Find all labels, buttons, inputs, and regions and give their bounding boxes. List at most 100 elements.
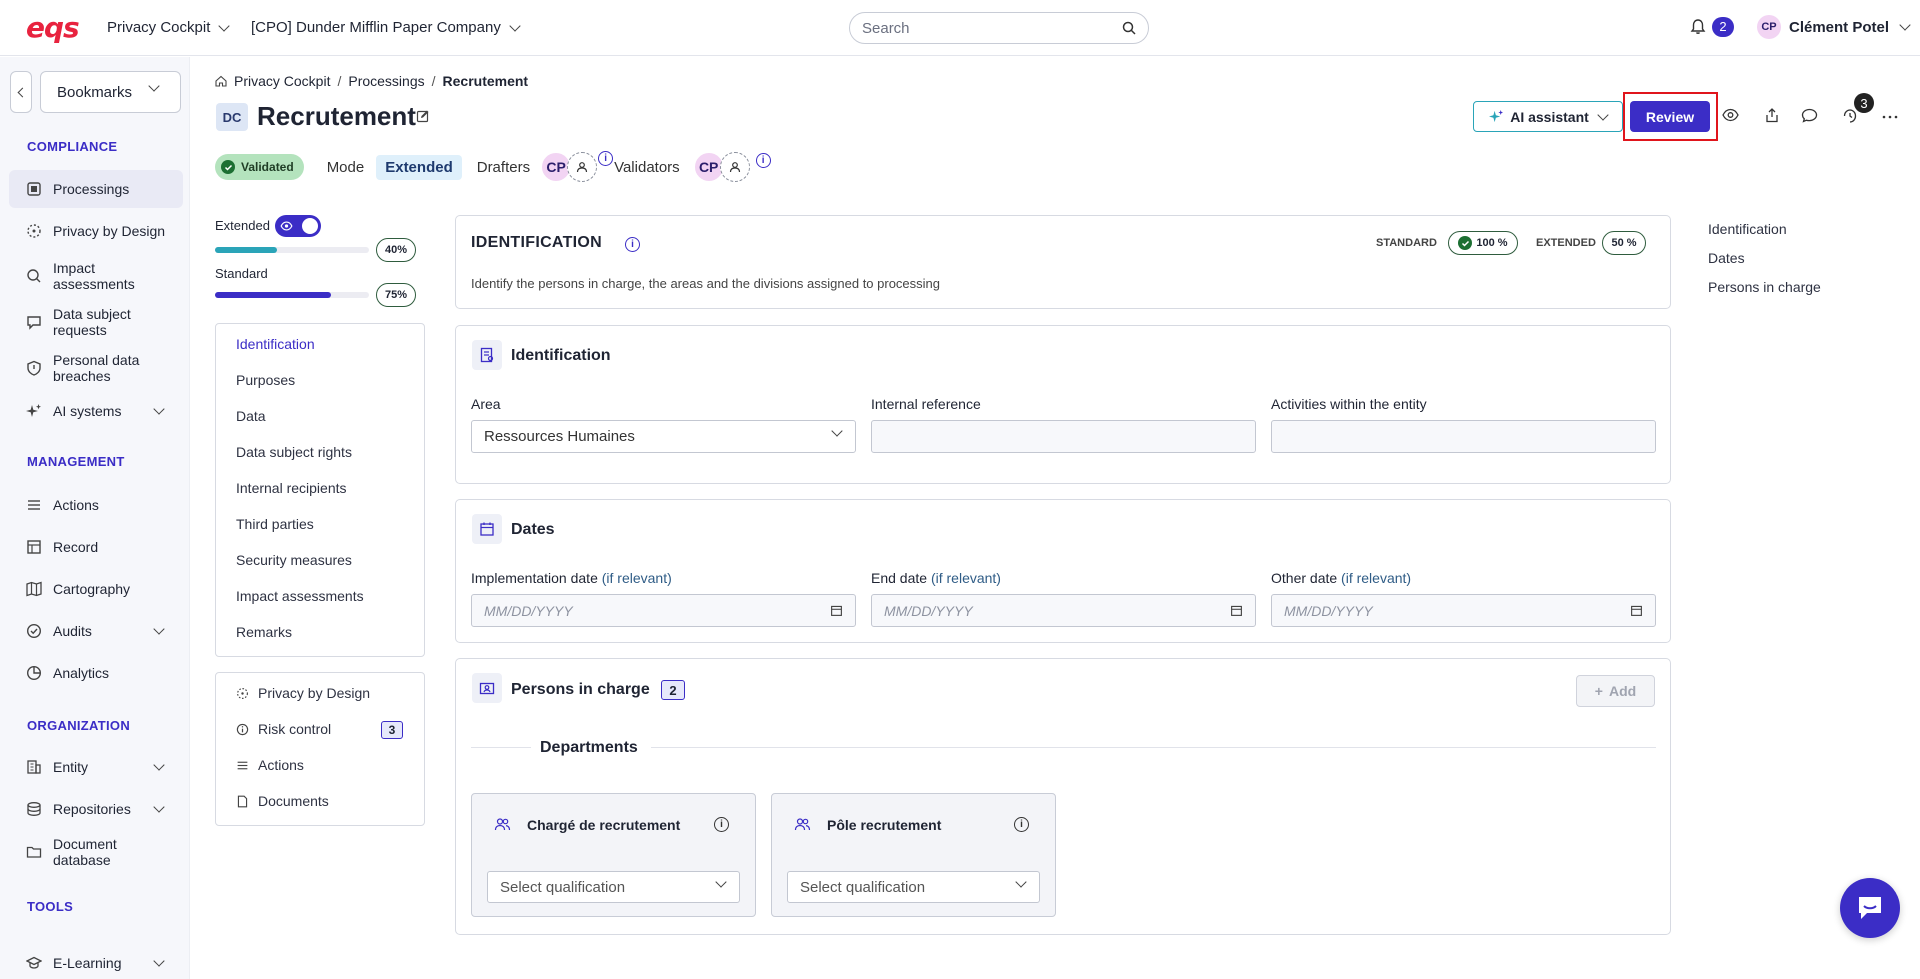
sidebar-item-elearning[interactable]: E-Learning	[9, 950, 183, 976]
check-circle-icon	[25, 622, 43, 640]
mode-label: Mode	[326, 158, 365, 176]
breadcrumb-item[interactable]: Privacy Cockpit	[234, 73, 330, 89]
sidebar-item-label: Personal data breaches	[53, 352, 140, 384]
sidebar-item-label: Actions	[53, 497, 99, 513]
sidebar-item-entity[interactable]: Entity	[9, 748, 183, 786]
user-menu[interactable]: CP Clément Potel	[1757, 15, 1911, 39]
section-nav-identification[interactable]: Identification	[236, 336, 315, 352]
section-nav-data-subject-rights[interactable]: Data subject rights	[236, 444, 352, 460]
qualification-select[interactable]: Select qualification	[487, 871, 740, 903]
identification-header-card: IDENTIFICATION i Identify the persons in…	[455, 215, 1671, 309]
section-nav-data[interactable]: Data	[236, 408, 266, 424]
section-nav-internal-recipients[interactable]: Internal recipients	[236, 480, 347, 496]
extended-toggle[interactable]	[275, 215, 321, 237]
toc-dates[interactable]: Dates	[1708, 250, 1745, 266]
home-icon[interactable]	[215, 75, 227, 87]
sidebar-item-impact-assessments[interactable]: Impact assessments	[9, 257, 183, 295]
sidebar-item-audits[interactable]: Audits	[9, 612, 183, 650]
related-actions[interactable]: Actions	[236, 757, 304, 773]
persons-count-badge: 2	[661, 680, 685, 700]
sidebar-item-label: Repositories	[53, 801, 131, 817]
chevron-down-icon	[153, 403, 165, 415]
activities-input[interactable]	[1271, 420, 1656, 453]
related-documents[interactable]: Documents	[236, 793, 329, 809]
comment-icon[interactable]	[1801, 108, 1818, 123]
sidebar-item-ai-systems[interactable]: AI systems	[9, 392, 183, 430]
company-menu-label: [CPO] Dunder Mifflin Paper Company	[251, 19, 501, 36]
drafters-info-icon[interactable]: i	[598, 150, 614, 166]
section-nav-remarks[interactable]: Remarks	[236, 624, 292, 640]
section-info-icon[interactable]: i	[625, 237, 640, 252]
section-nav-impact-assessments[interactable]: Impact assessments	[236, 588, 364, 604]
sidebar-item-repositories[interactable]: Repositories	[9, 790, 183, 828]
related-risk-control[interactable]: Risk control	[236, 721, 331, 737]
search-input[interactable]	[862, 19, 1122, 37]
id-card-icon	[472, 340, 502, 370]
check-icon	[1458, 236, 1473, 250]
department-info-icon[interactable]: i	[714, 817, 729, 832]
select-placeholder: Select qualification	[800, 878, 926, 896]
bell-icon[interactable]	[1690, 18, 1706, 35]
internal-reference-label: Internal reference	[871, 396, 981, 412]
sidebar-item-analytics[interactable]: Analytics	[9, 654, 183, 692]
app-menu[interactable]: Privacy Cockpit	[107, 19, 231, 36]
bookmarks-dropdown[interactable]: Bookmarks	[40, 71, 181, 113]
department-info-icon[interactable]: i	[1014, 817, 1029, 832]
bookmarks-label: Bookmarks	[57, 83, 133, 101]
identification-card: Identification Area Ressources Humaines …	[455, 325, 1671, 484]
share-icon[interactable]	[1765, 108, 1779, 123]
calendar-icon[interactable]	[1630, 604, 1643, 617]
section-nav-purposes[interactable]: Purposes	[236, 372, 295, 388]
section-description: Identify the persons in charge, the area…	[471, 276, 941, 291]
toc-persons-in-charge[interactable]: Persons in charge	[1708, 279, 1821, 295]
section-compliance: COMPLIANCE	[27, 139, 118, 154]
building-icon	[25, 758, 43, 776]
chevron-down-icon	[153, 955, 165, 967]
breadcrumb-item[interactable]: Processings	[348, 73, 424, 89]
end-date-input[interactable]: MM/DD/YYYY	[871, 594, 1256, 627]
sidebar-item-personal-data-breaches[interactable]: Personal data breaches	[9, 349, 183, 387]
help-chat-button[interactable]	[1840, 878, 1900, 938]
standard-score-value: 100 %	[1476, 237, 1508, 249]
related-privacy-by-design[interactable]: Privacy by Design	[236, 685, 370, 701]
more-options-icon[interactable]	[1882, 115, 1898, 119]
add-validator-button[interactable]	[719, 152, 750, 182]
other-date-input[interactable]: MM/DD/YYYY	[1271, 594, 1656, 627]
sparkle-icon	[1489, 109, 1504, 123]
sidebar-item-data-subject-requests[interactable]: Data subject requests	[9, 303, 183, 341]
date-placeholder: MM/DD/YYYY	[1284, 602, 1373, 619]
qualification-select[interactable]: Select qualification	[787, 871, 1040, 903]
validators-info-icon[interactable]: i	[755, 152, 771, 168]
edit-icon[interactable]	[416, 109, 430, 123]
review-button[interactable]: Review	[1630, 101, 1710, 132]
sidebar-item-processings[interactable]: Processings	[9, 170, 183, 208]
calendar-icon[interactable]	[1230, 604, 1243, 617]
section-management: MANAGEMENT	[27, 454, 125, 469]
eqs-logo[interactable]: eqs	[26, 14, 80, 42]
search-icon[interactable]	[1122, 21, 1136, 35]
section-nav-third-parties[interactable]: Third parties	[236, 516, 314, 532]
sidebar-item-cartography[interactable]: Cartography	[9, 570, 183, 608]
sidebar-item-document-database[interactable]: Document database	[9, 833, 183, 871]
history-icon[interactable]	[1842, 108, 1858, 124]
mode-value[interactable]: Extended	[376, 154, 462, 180]
sidebar-item-privacy-by-design[interactable]: Privacy by Design	[9, 212, 183, 250]
calendar-icon[interactable]	[830, 604, 843, 617]
chevron-down-icon	[509, 19, 521, 32]
internal-reference-input[interactable]	[871, 420, 1256, 453]
toc-identification[interactable]: Identification	[1708, 221, 1787, 237]
add-drafter-button[interactable]	[567, 152, 598, 182]
add-person-button[interactable]: + Add	[1576, 675, 1655, 707]
sidebar-item-actions[interactable]: Actions	[9, 486, 183, 524]
company-menu[interactable]: [CPO] Dunder Mifflin Paper Company	[251, 19, 521, 36]
ai-assistant-button[interactable]: AI assistant	[1473, 101, 1623, 132]
privacy-design-icon	[237, 687, 248, 699]
collapse-sidebar-button[interactable]	[10, 71, 32, 113]
eye-icon[interactable]	[1722, 108, 1739, 122]
department-name: Chargé de recrutement	[527, 817, 681, 833]
section-nav-security-measures[interactable]: Security measures	[236, 552, 352, 568]
area-select[interactable]: Ressources Humaines	[471, 420, 856, 453]
sidebar-item-record[interactable]: Record	[9, 528, 183, 566]
status-row: Validated Mode Extended Drafters CP i Va…	[215, 150, 771, 182]
implementation-date-input[interactable]: MM/DD/YYYY	[471, 594, 856, 627]
